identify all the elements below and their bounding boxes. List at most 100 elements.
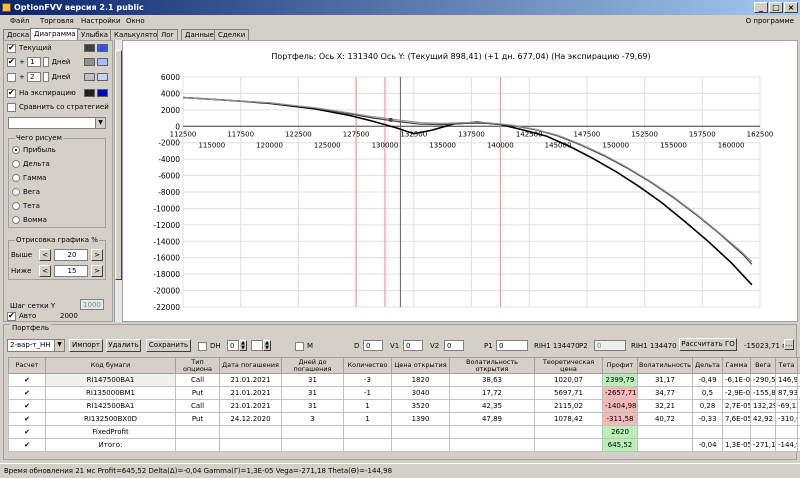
maximize-button[interactable]: □: [769, 2, 783, 13]
delete-button[interactable]: Удалить: [106, 339, 141, 352]
table-row[interactable]: ✔ RI135000BM1 Put 21.01.2021 31 -1 3040 17,72 56…: [8, 386, 800, 400]
col-type[interactable]: Тип опциона: [175, 357, 220, 374]
table-row[interactable]: ✔Итого:645,52-0,041,3E-05-271,18-144,98✕: [8, 438, 800, 452]
above-increase-button[interactable]: >: [91, 249, 103, 261]
radio-vomma-button[interactable]: [12, 216, 20, 224]
portfolio-select[interactable]: 2-вар-т_НН ▼: [7, 339, 65, 352]
above-decrease-button[interactable]: <: [39, 249, 51, 261]
chevron-down-icon[interactable]: ▼: [54, 340, 64, 351]
menu-about[interactable]: О программе: [746, 15, 794, 28]
radio-gamma[interactable]: Гамма: [12, 173, 46, 184]
col-theor-price[interactable]: Теоретическая цена: [534, 357, 603, 374]
compare-checkbox[interactable]: [7, 102, 16, 112]
tab-data[interactable]: Данные: [181, 29, 218, 40]
col-theta[interactable]: Тета: [775, 357, 798, 374]
plus2-color-1[interactable]: [84, 73, 95, 81]
save-button[interactable]: Сохранить: [146, 339, 191, 352]
current-color-2[interactable]: [97, 44, 108, 52]
col-open-vol[interactable]: Волатильность открытия: [449, 357, 535, 374]
table-row[interactable]: ✔ RI132500BX0D Put 24.12.2020 3 1 1390 47,89 107…: [8, 412, 800, 426]
dh-row[interactable]: DH: [198, 341, 221, 351]
table-cell[interactable]: ✔: [8, 386, 46, 400]
menu-settings[interactable]: Настройки: [81, 15, 121, 28]
radio-gamma-button[interactable]: [12, 174, 20, 182]
expiry-color-2[interactable]: [97, 89, 108, 97]
table-row[interactable]: ✔ RI147500BA1 Call 21.01.2021 31 -3 1820 38,63 1…: [8, 373, 800, 387]
plus1-color-2[interactable]: [97, 58, 108, 66]
days1-spin[interactable]: [43, 57, 50, 67]
expiry-checkbox[interactable]: [7, 87, 16, 98]
compare-row[interactable]: Сравнить со стратегией: [7, 102, 109, 113]
plus1-checkbox[interactable]: [7, 56, 16, 67]
p2-input[interactable]: 0: [594, 340, 626, 351]
below-input[interactable]: 15: [54, 265, 88, 277]
minimize-button[interactable]: _: [754, 2, 768, 13]
table-cell[interactable]: ✔: [8, 373, 46, 387]
chevron-down-icon[interactable]: ▼: [95, 118, 105, 128]
table-row[interactable]: ✔ RI142500BA1 Call 21.01.2021 31 1 3520 42,35 21…: [8, 399, 800, 413]
radio-vega-button[interactable]: [12, 188, 20, 196]
current-color-1[interactable]: [84, 44, 95, 52]
radio-profit[interactable]: Прибыль: [12, 145, 56, 156]
expiry-color-1[interactable]: [84, 89, 95, 97]
dh-input[interactable]: 0: [227, 340, 239, 351]
import-button[interactable]: Импорт: [69, 339, 103, 352]
col-days[interactable]: Дней до погашения: [281, 357, 344, 374]
grid-step-input[interactable]: 1000: [80, 299, 104, 310]
v1-input[interactable]: 0: [403, 340, 423, 351]
auto-checkbox[interactable]: [7, 310, 16, 321]
col-vega[interactable]: Вега: [750, 357, 776, 374]
col-open-price[interactable]: Цена открытия: [391, 357, 450, 374]
tab-diagram[interactable]: Диаграмма: [30, 28, 80, 40]
days2-input[interactable]: 2: [27, 72, 42, 82]
tab-board[interactable]: Доска: [3, 29, 34, 40]
col-code[interactable]: Код бумаги: [45, 357, 176, 374]
days2-spin[interactable]: [43, 72, 50, 82]
m-checkbox[interactable]: [295, 341, 304, 351]
col-vol[interactable]: Волатильность: [637, 357, 693, 374]
radio-vega[interactable]: Вега: [12, 187, 40, 198]
menu-trading[interactable]: Торговля: [40, 15, 74, 28]
col-calc[interactable]: Расчет: [8, 357, 46, 374]
table-cell[interactable]: ✔: [8, 438, 46, 452]
radio-delta[interactable]: Дельта: [12, 159, 50, 170]
tab-log[interactable]: Лог: [157, 29, 179, 40]
radio-theta[interactable]: Тета: [12, 201, 40, 212]
current-row[interactable]: Текущий: [7, 42, 52, 54]
menu-file[interactable]: Файл: [10, 15, 29, 28]
tab-deals[interactable]: Сделки: [214, 29, 250, 40]
table-row[interactable]: ✔FixedProfit2620✕: [8, 425, 800, 439]
below-increase-button[interactable]: >: [91, 265, 103, 277]
days1-input[interactable]: 1: [27, 57, 42, 67]
radio-theta-button[interactable]: [12, 202, 20, 210]
profit-chart[interactable]: Портфель: Ось X: 131340 Ось Y: (Текущий …: [123, 41, 799, 323]
m-row[interactable]: M: [295, 341, 313, 351]
table-cell[interactable]: ✔: [8, 412, 46, 426]
radio-delta-button[interactable]: [12, 160, 20, 168]
auto-row[interactable]: Авто: [7, 310, 36, 321]
table-cell[interactable]: ✔: [8, 425, 46, 439]
dh-second-spin[interactable]: ▲ ▼: [263, 340, 271, 351]
plus2-color-2[interactable]: [97, 73, 108, 81]
settings-scrollbar[interactable]: [114, 40, 122, 322]
v2-input[interactable]: 0: [444, 340, 464, 351]
p1-input[interactable]: 0: [496, 340, 528, 351]
dh-checkbox[interactable]: [198, 341, 207, 351]
plus1-color-1[interactable]: [84, 58, 95, 66]
strategy-select[interactable]: ▼: [8, 117, 106, 129]
above-input[interactable]: 20: [54, 249, 88, 261]
col-gamma[interactable]: Гамма: [722, 357, 751, 374]
go-more-button[interactable]: ...: [784, 339, 794, 350]
col-delta[interactable]: Дельта: [692, 357, 723, 374]
dh-spin[interactable]: ▲ ▼: [239, 340, 247, 351]
close-button[interactable]: ×: [784, 2, 798, 13]
radio-vomma[interactable]: Вомма: [12, 215, 47, 226]
tab-smile[interactable]: Улыбка: [77, 29, 113, 40]
table-cell[interactable]: ✔: [8, 399, 46, 413]
calculate-go-button[interactable]: Рассчитать ГО: [679, 338, 737, 351]
plus2-checkbox[interactable]: [7, 72, 16, 82]
expiry-row[interactable]: На экспирацию: [7, 87, 76, 99]
col-qty[interactable]: Количество: [343, 357, 392, 374]
menu-window[interactable]: Окно: [126, 15, 145, 28]
radio-profit-button[interactable]: [12, 146, 20, 154]
